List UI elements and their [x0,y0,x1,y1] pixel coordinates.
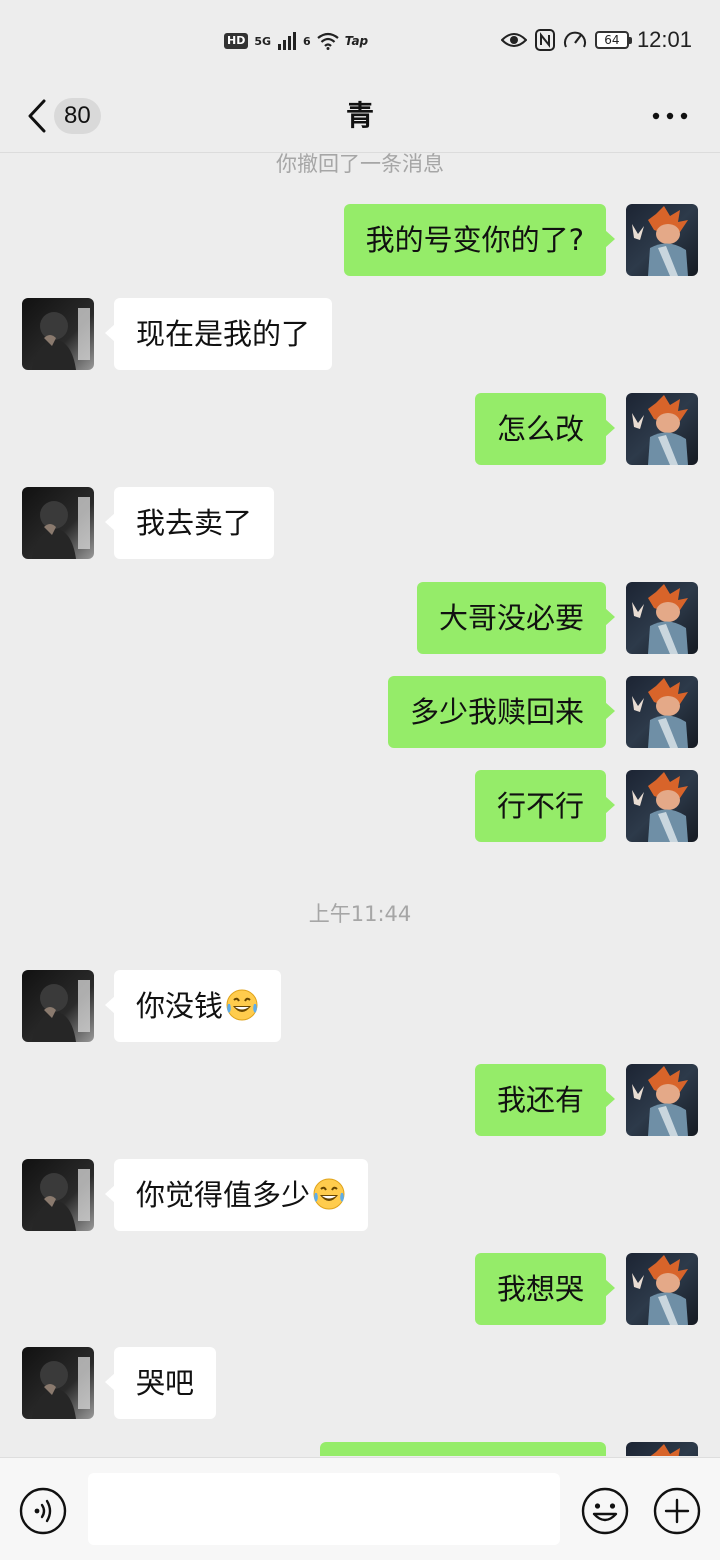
message-row: 你没钱 [0,970,720,1042]
message-text: 哭吧 [136,1366,195,1400]
battery-level: 64 [604,33,620,47]
message-row: 我还有 [0,1064,720,1136]
wifi-icon [317,32,339,50]
message-text: 多少我赎回来 [409,695,584,729]
contact-avatar[interactable] [22,1347,94,1419]
system-indicators: 64 12:01 [500,24,692,56]
message-text: 行不行 [496,789,584,823]
plus-icon [653,1487,701,1535]
tap-label: Tap [344,34,369,48]
message-text: 怎么改 [496,412,584,446]
wifi-standard-label: 6 [303,34,311,48]
message-row: 多少我赎回来 [0,676,720,748]
hd-badge: HD [224,33,249,49]
message-row: 我的号变你的了? [0,204,720,276]
message-input[interactable] [88,1473,560,1545]
message-bubble[interactable]: 你觉得值多少 [104,1159,369,1231]
message-row: 我想哭 [0,1253,720,1325]
voice-icon [19,1487,67,1535]
message-row: 怎么改 [0,393,720,465]
self-avatar-image [626,1064,698,1136]
message-bubble[interactable]: 我去卖了 [104,487,275,559]
input-bar [0,1457,720,1560]
contact-avatar-image [22,1347,94,1419]
message-bubble[interactable]: 大哥没必要 [416,582,616,654]
self-avatar-image [626,1253,698,1325]
more-options-button[interactable] [650,94,690,138]
status-bar: HD 5G 6 Tap 64 12:01 [0,0,720,80]
self-avatar[interactable] [626,204,698,276]
nfc-icon [534,29,555,51]
message-timestamp: 上午11:44 [308,902,412,926]
signal-icon [278,32,297,50]
contact-avatar-image [22,970,94,1042]
message-text: 现在是我的了 [136,317,311,351]
message-bubble[interactable]: 我想哭 [474,1253,616,1325]
message-row: 大哥没必要 [0,582,720,654]
clock: 12:01 [636,27,692,52]
chat-title: 青 [345,99,374,132]
self-avatar[interactable] [626,770,698,842]
message-row-partial [0,1442,720,1456]
message-text: 大哥没必要 [438,601,584,635]
self-avatar-image [626,1442,698,1456]
message-row: 行不行 [0,770,720,842]
battery-indicator: 64 [594,31,632,49]
self-avatar[interactable] [626,582,698,654]
message-text: 我去卖了 [136,506,253,540]
self-avatar-image [626,676,698,748]
message-bubble[interactable]: 哭吧 [104,1347,217,1419]
eye-icon [500,33,527,47]
tears-of-joy-emoji-icon [312,1177,346,1211]
contact-avatar-image [22,487,94,559]
self-avatar-image [626,770,698,842]
message-bubble[interactable]: 你没钱 [104,970,282,1042]
network-indicators: HD 5G 6 Tap [224,26,368,56]
message-bubble[interactable]: 行不行 [474,770,616,842]
recall-notice: 你撤回了一条消息 [276,153,444,176]
message-row: 哭吧 [0,1347,720,1419]
network-type-label: 5G [254,34,272,48]
more-dots-icon [652,112,688,120]
emoji-icon [581,1487,629,1535]
emoji-button[interactable] [580,1486,630,1536]
contact-avatar-image [22,298,94,370]
message-bubble[interactable]: 我的号变你的了? [343,204,616,276]
contact-avatar-image [22,1159,94,1231]
message-text: 我想哭 [496,1272,584,1306]
voice-button[interactable] [18,1486,68,1536]
tears-of-joy-emoji-icon [225,988,259,1022]
message-bubble[interactable]: 我还有 [474,1064,616,1136]
message-bubble[interactable] [320,1442,606,1456]
message-bubble[interactable]: 怎么改 [474,393,616,465]
self-avatar-image [626,582,698,654]
message-row: 我去卖了 [0,487,720,559]
chat-header: 80 青 [0,80,720,153]
message-text: 你没钱 [136,989,224,1023]
contact-avatar[interactable] [22,1159,94,1231]
message-bubble[interactable]: 多少我赎回来 [387,676,616,748]
message-text: 我还有 [496,1083,584,1117]
speed-icon [563,31,586,48]
self-avatar[interactable] [626,1064,698,1136]
self-avatar[interactable] [626,393,698,465]
contact-avatar[interactable] [22,487,94,559]
message-row: 你觉得值多少 [0,1159,720,1231]
plus-button[interactable] [652,1486,702,1536]
self-avatar[interactable] [626,676,698,748]
chat-messages-area[interactable]: 你撤回了一条消息 我的号变你的了? 现在是我的了 怎么改 我去卖了 大哥没必要 … [0,153,720,1456]
message-text: 你觉得值多少 [136,1178,311,1212]
contact-avatar[interactable] [22,298,94,370]
contact-avatar[interactable] [22,970,94,1042]
message-text: 我的号变你的了? [365,223,584,257]
message-row: 现在是我的了 [0,298,720,370]
self-avatar-image [626,204,698,276]
message-bubble[interactable]: 现在是我的了 [104,298,333,370]
self-avatar[interactable] [626,1442,698,1456]
self-avatar-image [626,393,698,465]
self-avatar[interactable] [626,1253,698,1325]
